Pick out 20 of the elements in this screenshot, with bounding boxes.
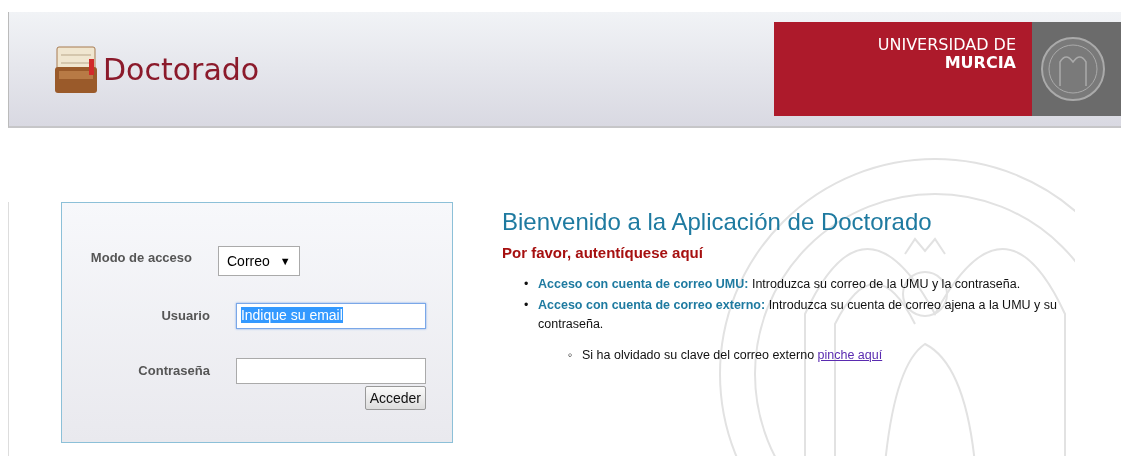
welcome-title: Bienvenido a la Aplicación de Doctorado (502, 208, 933, 236)
app-title: Doctorado (103, 51, 260, 87)
password-field[interactable] (235, 357, 426, 384)
access-mode-dropdown[interactable]: Correo ▼ (218, 245, 300, 276)
instruction-text: Acceso con cuenta de correo UMU: Introduzca su correo de la UMU y la contraseña. (538, 277, 1021, 291)
forgot-password-text: Si ha olvidado su clave del correo externo pinche aquí (582, 347, 883, 364)
university-name: UNIVERSIDAD DE (877, 36, 1016, 54)
reset-password-link[interactable]: pinche aquí (817, 348, 883, 362)
field-label: Modo de acceso (89, 250, 192, 265)
submit-button[interactable]: Acceder (364, 386, 426, 410)
bullet-marker: ◦ (568, 347, 574, 364)
university-city: MURCIA (944, 54, 1016, 72)
bullet-marker: • (524, 297, 530, 314)
bullet-marker: • (524, 276, 530, 293)
instruction-text: Acceso con cuenta de correo externo: Introduzca su cuenta de correo ajena a la UMU y su contraseña. (538, 298, 1057, 331)
field-label: Contraseña (137, 363, 210, 378)
field-label: Usuario (160, 308, 210, 323)
welcome-subtitle: Por favor, autentíquese aquí (502, 244, 704, 261)
seal-icon (1040, 36, 1106, 102)
dropdown-arrow-icon: ▼ (279, 254, 291, 267)
